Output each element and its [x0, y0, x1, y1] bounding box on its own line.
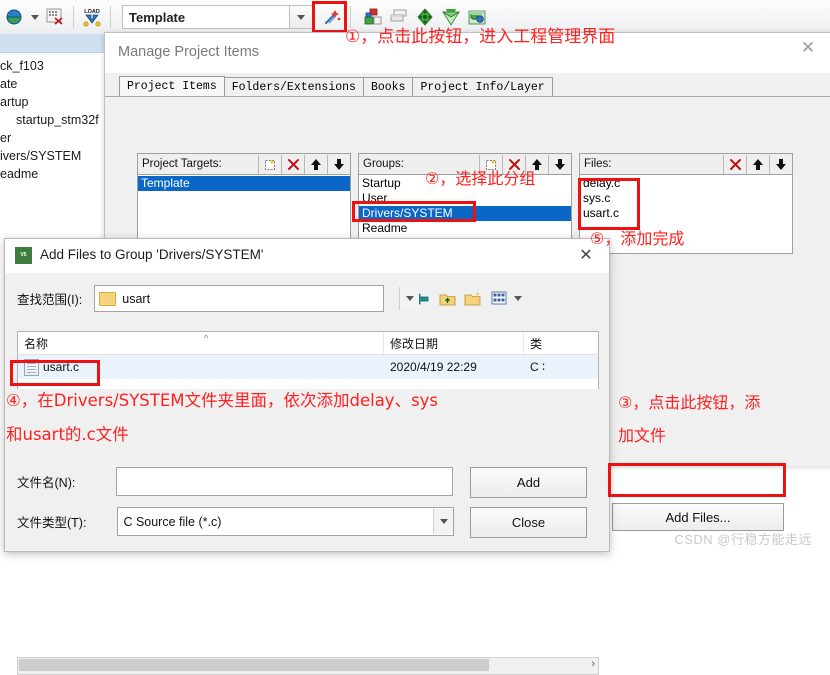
toolbar-separator-3: [350, 6, 351, 28]
close-icon[interactable]: ✕: [785, 33, 830, 63]
view-mode-icon[interactable]: [486, 287, 512, 311]
list-item[interactable]: Readme: [359, 221, 571, 236]
target-combo-value[interactable]: Template: [122, 5, 290, 29]
tree-item[interactable]: ivers/SYSTEM: [0, 147, 104, 165]
new-folder-icon[interactable]: [460, 287, 486, 311]
files-label: Files:: [584, 158, 612, 170]
table-row[interactable]: usart.c 2020/4/19 22:29 C ∶: [18, 355, 598, 379]
list-item[interactable]: Template: [138, 176, 350, 191]
view-dropdown-icon[interactable]: [512, 287, 524, 311]
project-targets-header: Project Targets:: [137, 153, 351, 175]
sort-ascending-icon: ^: [204, 333, 209, 343]
toolbar-separator: [73, 6, 74, 28]
move-file-up-button[interactable]: [746, 154, 769, 174]
list-item[interactable]: sys.c: [580, 191, 792, 206]
manage-dialog-title: Manage Project Items: [118, 44, 260, 60]
project-targets-label: Project Targets:: [142, 158, 222, 170]
look-in-value: usart: [122, 291, 151, 306]
file-list-hscrollbar[interactable]: ›: [17, 657, 599, 675]
file-browser-list[interactable]: 名称 修改日期 类 ^ usart.c 2020/4/19 22:29 C ∶: [17, 331, 599, 389]
file-name-cell: usart.c: [18, 358, 384, 376]
close-button[interactable]: Close: [470, 507, 587, 538]
delete-file-button[interactable]: [723, 154, 746, 174]
keil-app-icon: V5: [15, 247, 32, 264]
file-name-label: 文件名(N):: [17, 476, 76, 490]
look-in-row: 查找范围(I): usart: [17, 285, 524, 312]
project-tree-header: [0, 34, 104, 53]
file-name-row: 文件名(N):: [17, 467, 454, 496]
tab-project-items[interactable]: Project Items: [119, 76, 225, 97]
file-type-label: 文件类型(T):: [17, 516, 87, 530]
annotation-step-3-line2: 加文件: [618, 426, 667, 445]
file-modified-cell: 2020/4/19 22:29: [390, 360, 477, 374]
annotation-step-4-line1: ④，在Drivers/SYSTEM文件夹里面，依次添加delay、sys: [6, 391, 439, 410]
download-flash-icon[interactable]: [2, 4, 28, 30]
configure-wizard-icon[interactable]: [319, 4, 345, 30]
tree-item[interactable]: ate: [0, 75, 104, 93]
build-target-icon[interactable]: [42, 4, 68, 30]
add-files-button[interactable]: Add Files...: [612, 503, 784, 531]
tab-project-info-layer[interactable]: Project Info/Layer: [412, 77, 553, 97]
tree-item[interactable]: ck_f103: [0, 57, 104, 75]
look-in-label: 查找范围(I):: [17, 293, 83, 307]
tree-item[interactable]: er: [0, 129, 104, 147]
add-button[interactable]: Add: [470, 467, 587, 498]
look-in-dropdown-icon[interactable]: [399, 287, 419, 310]
move-target-down-button[interactable]: [327, 154, 350, 174]
tab-books[interactable]: Books: [362, 77, 414, 97]
tab-folders-extensions[interactable]: Folders/Extensions: [223, 77, 364, 97]
look-in-combo[interactable]: usart: [94, 285, 419, 312]
file-type-value: C Source file (*.c): [123, 514, 222, 529]
dropdown-chevron-icon[interactable]: [28, 4, 42, 30]
list-item[interactable]: delay.c: [580, 176, 792, 191]
file-type-row: 文件类型(T): C Source file (*.c): [17, 507, 455, 536]
load-icon[interactable]: LOAD: [79, 4, 105, 30]
up-folder-icon[interactable]: [434, 287, 460, 311]
manage-dialog-tabs: Project Items Folders/Extensions Books P…: [119, 76, 553, 97]
toolbar-separator-2: [110, 6, 111, 28]
scroll-right-icon[interactable]: ›: [591, 658, 595, 670]
list-item[interactable]: User: [359, 191, 571, 206]
column-header-type[interactable]: 类: [524, 332, 594, 354]
svg-text:LOAD: LOAD: [84, 9, 100, 15]
c-source-file-icon: [24, 358, 39, 376]
csdn-watermark: CSDN @行稳方能走远: [674, 532, 812, 547]
file-name-text: usart.c: [43, 360, 80, 374]
move-group-down-button[interactable]: [548, 154, 571, 174]
delete-target-button[interactable]: [281, 154, 304, 174]
column-header-modified[interactable]: 修改日期: [384, 332, 524, 354]
move-file-down-button[interactable]: [769, 154, 792, 174]
annotation-step-3-line1: ③，点击此按钮，添: [618, 393, 761, 412]
add-files-dialog-title: Add Files to Group 'Drivers/SYSTEM': [40, 247, 264, 262]
file-name-input[interactable]: [116, 467, 454, 496]
list-item[interactable]: usart.c: [580, 206, 792, 221]
add-files-titlebar: V5 Add Files to Group 'Drivers/SYSTEM' ✕: [5, 239, 609, 273]
file-type-combo[interactable]: C Source file (*.c): [117, 507, 455, 536]
file-type-dropdown-icon[interactable]: [433, 509, 454, 534]
files-header: Files:: [579, 153, 793, 175]
file-type-cell: C ∶: [530, 360, 546, 374]
new-target-button[interactable]: [258, 154, 281, 174]
annotation-step-1: ①，点击此按钮，进入工程管理界面: [345, 27, 616, 47]
tree-item[interactable]: artup: [0, 93, 104, 111]
annotation-step-2: ②，选择此分组: [425, 169, 536, 188]
target-combo-dropdown-icon[interactable]: [290, 5, 313, 29]
column-header-name[interactable]: 名称: [18, 332, 384, 354]
list-item[interactable]: Drivers/SYSTEM: [359, 206, 571, 221]
move-target-up-button[interactable]: [304, 154, 327, 174]
file-list-column-headers: 名称 修改日期 类 ^: [18, 332, 598, 355]
scrollbar-thumb[interactable]: [19, 659, 489, 671]
project-tree-panel: ck_f103 ate artup startup_stm32f er iver…: [0, 34, 105, 249]
tree-item[interactable]: eadme: [0, 165, 104, 183]
target-selector[interactable]: Template: [116, 5, 313, 29]
tree-item[interactable]: startup_stm32f: [0, 111, 104, 129]
annotation-step-4-line2: 和usart的.c文件: [6, 425, 129, 444]
annotation-step-5: ⑤，添加完成: [590, 229, 685, 248]
folder-icon: [99, 291, 117, 306]
